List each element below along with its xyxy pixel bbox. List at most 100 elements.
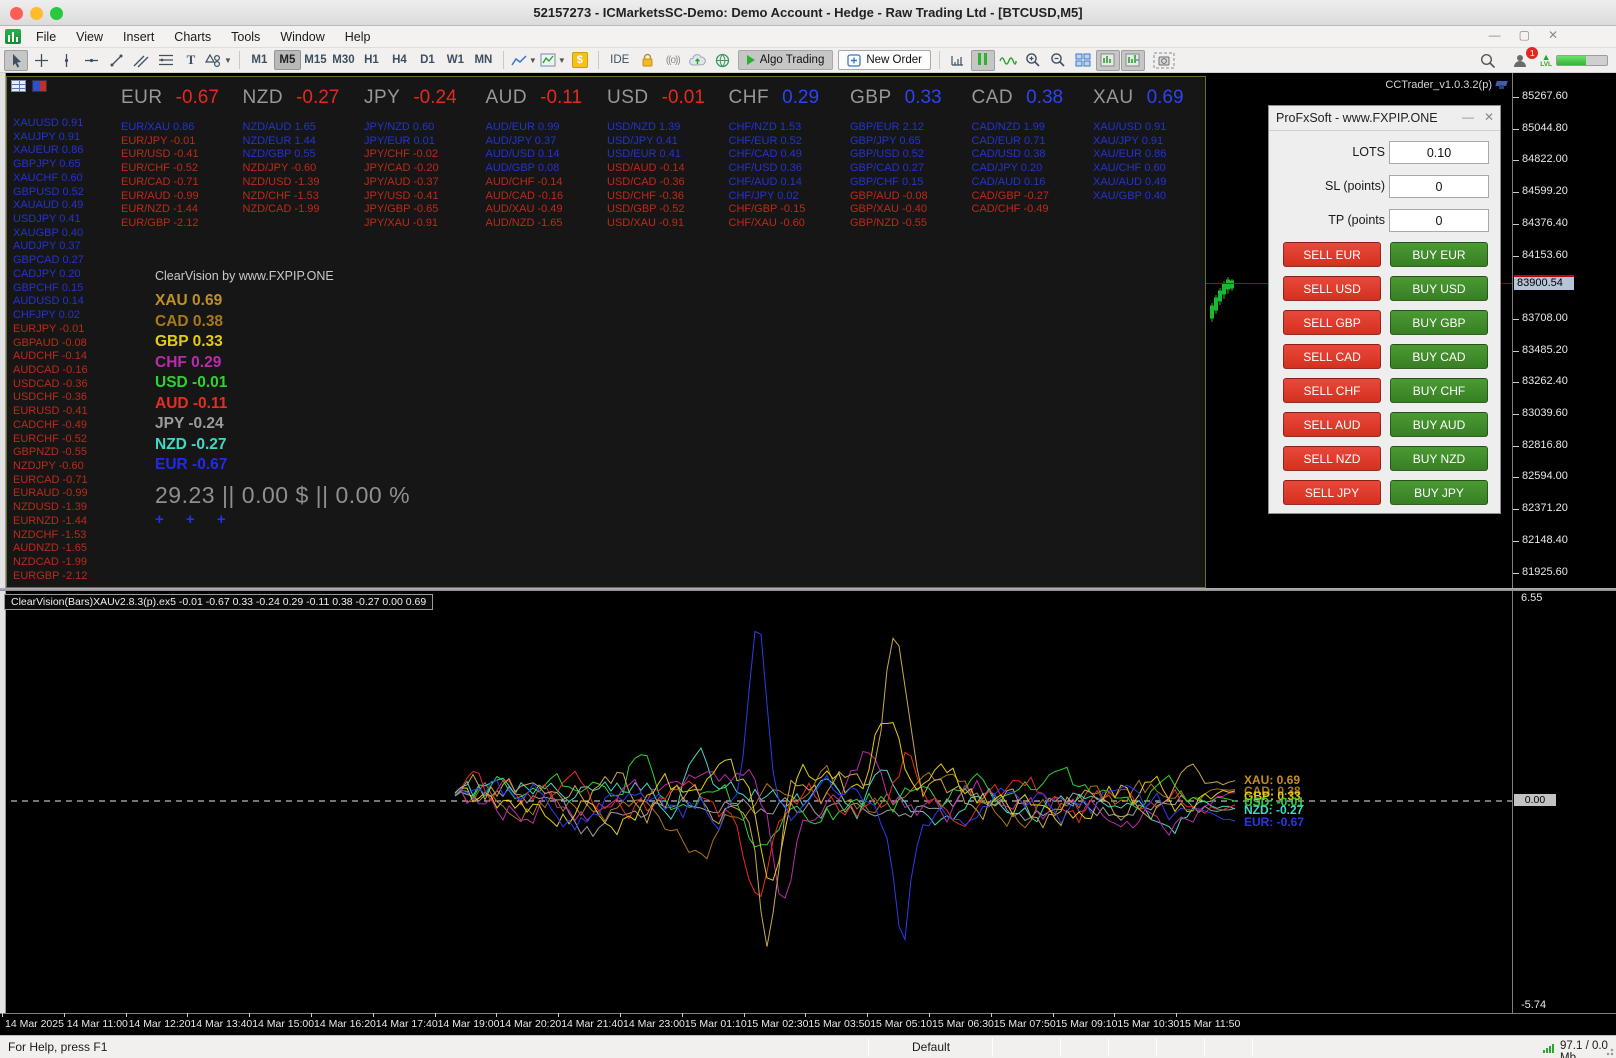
watchlist-item-audcad[interactable]: AUDCAD -0.16 [13, 364, 117, 378]
trade-panel-close-icon[interactable]: ✕ [1484, 110, 1494, 124]
window-minimize-icon[interactable]: — [1489, 28, 1501, 42]
menu-tools[interactable]: Tools [221, 27, 270, 47]
watchlist-item-euraud[interactable]: EURAUD -0.99 [13, 487, 117, 501]
price-axis[interactable]: 83900.54 85267.60 85044.80 84822.00 84599.2… [1513, 73, 1616, 1013]
community-globe-icon[interactable] [711, 50, 735, 71]
indicators-icon[interactable]: ▼ [539, 50, 567, 71]
buy-nzd-button[interactable]: BUY NZD [1390, 446, 1488, 471]
trendline-tool-icon[interactable] [104, 50, 128, 71]
chart-type-dropdown-icon[interactable]: ▼ [529, 56, 537, 65]
menu-insert[interactable]: Insert [113, 27, 164, 47]
watchlist-item-nzdcad[interactable]: NZDCAD -1.99 [13, 556, 117, 570]
watchlist-item-eurchf[interactable]: EURCHF -0.52 [13, 433, 117, 447]
cursor-tool-icon[interactable] [4, 49, 28, 71]
timeframe-mn[interactable]: MN [470, 50, 497, 70]
text-tool-icon[interactable]: T [179, 50, 203, 71]
chart-window-1-icon[interactable] [1095, 49, 1120, 71]
sell-nzd-button[interactable]: SELL NZD [1283, 446, 1381, 471]
timeframe-h4[interactable]: H4 [386, 50, 413, 70]
buy-chf-button[interactable]: BUY CHF [1390, 378, 1488, 403]
buy-gbp-button[interactable]: BUY GBP [1390, 310, 1488, 335]
trade-field-input[interactable]: 0 [1389, 209, 1489, 232]
watchlist-item-eurgbp[interactable]: EURGBP -2.12 [13, 570, 117, 584]
buy-cad-button[interactable]: BUY CAD [1390, 344, 1488, 369]
vertical-line-tool-icon[interactable] [54, 50, 78, 71]
trade-field-input[interactable]: 0.10 [1389, 141, 1489, 164]
fibonacci-tool-icon[interactable] [154, 50, 178, 71]
pause-autoscroll-icon[interactable] [970, 49, 995, 71]
chart-window-2-icon[interactable] [1120, 49, 1145, 71]
sell-gbp-button[interactable]: SELL GBP [1283, 310, 1381, 335]
trade-field-input[interactable]: 0 [1389, 175, 1489, 198]
sell-cad-button[interactable]: SELL CAD [1283, 344, 1381, 369]
menu-help[interactable]: Help [335, 27, 381, 47]
timeframe-d1[interactable]: D1 [414, 50, 441, 70]
sell-aud-button[interactable]: SELL AUD [1283, 412, 1381, 437]
zoom-out-icon[interactable] [1046, 50, 1070, 71]
ide-button[interactable]: IDE [605, 50, 635, 71]
tick-scale-icon[interactable] [946, 50, 970, 71]
tile-windows-icon[interactable] [1071, 50, 1095, 71]
watchlist-item-nzdchf[interactable]: NZDCHF -1.53 [13, 529, 117, 543]
window-close-icon[interactable]: ✕ [1548, 28, 1558, 42]
watchlist-item-nzdusd[interactable]: NZDUSD -1.39 [13, 501, 117, 515]
timeframe-m15[interactable]: M15 [302, 50, 329, 70]
broadcast-icon[interactable]: ((o)) [661, 50, 685, 71]
new-order-button[interactable]: New Order [838, 50, 931, 70]
lock-icon[interactable] [636, 50, 660, 71]
buy-usd-button[interactable]: BUY USD [1390, 276, 1488, 301]
account-profile-icon[interactable]: 1 [1508, 47, 1539, 71]
dock-strip[interactable] [0, 73, 6, 1035]
shapes-tool-icon[interactable]: ▼ [204, 50, 233, 71]
time-axis[interactable]: 14 Mar 2025 14 Mar 11:00 14 Mar 12:20 14 Ma… [0, 1013, 1616, 1035]
indicator-label[interactable]: ClearVision(Bars)XAUv2.8.3(p).ex5 -0.01 … [4, 594, 434, 610]
watchlist-item-gbpnzd[interactable]: GBPNZD -0.55 [13, 446, 117, 460]
clearvision-plus-buttons[interactable]: + + + [155, 511, 410, 528]
sell-chf-button[interactable]: SELL CHF [1283, 378, 1381, 403]
buy-eur-button[interactable]: BUY EUR [1390, 242, 1488, 267]
connection-level-indicator[interactable]: ▲ LVL [1540, 52, 1608, 68]
watchlist-item-nzdjpy[interactable]: NZDJPY -0.60 [13, 460, 117, 474]
horizontal-line-tool-icon[interactable] [79, 50, 103, 71]
sell-usd-button[interactable]: SELL USD [1283, 276, 1381, 301]
menu-window[interactable]: Window [270, 27, 334, 47]
trade-panel-minimize-icon[interactable]: — [1462, 110, 1474, 124]
watchlist-item-eurusd[interactable]: EURUSD -0.41 [13, 405, 117, 419]
timeframe-w1[interactable]: W1 [442, 50, 469, 70]
timeframe-m5[interactable]: M5 [273, 50, 301, 70]
shapes-dropdown-icon[interactable]: ▼ [224, 56, 232, 65]
watchlist-item-audchf[interactable]: AUDCHF -0.14 [13, 350, 117, 364]
algo-trading-button[interactable]: Algo Trading [737, 50, 834, 70]
watchlist-item-eurnzd[interactable]: EURNZD -1.44 [13, 515, 117, 529]
timeframe-m30[interactable]: M30 [330, 50, 357, 70]
menu-view[interactable]: View [66, 27, 113, 47]
wave-icon[interactable] [996, 50, 1020, 71]
crosshair-tool-icon[interactable] [29, 50, 53, 71]
status-profile[interactable]: Default [912, 1040, 950, 1054]
watchlist-item-cadchf[interactable]: CADCHF -0.49 [13, 419, 117, 433]
search-icon[interactable] [1476, 50, 1500, 71]
watchlist-item-usdcad[interactable]: USDCAD -0.36 [13, 378, 117, 392]
channel-tool-icon[interactable] [129, 50, 153, 71]
timeframe-m1[interactable]: M1 [246, 50, 273, 70]
resize-grip[interactable] [1604, 1046, 1614, 1056]
subwindow-splitter[interactable] [0, 588, 1616, 591]
indicators-dropdown-icon[interactable]: ▼ [558, 56, 566, 65]
menu-file[interactable]: File [26, 27, 66, 47]
sell-jpy-button[interactable]: SELL JPY [1283, 480, 1381, 505]
screenshot-camera-icon[interactable] [1152, 50, 1176, 71]
sell-eur-button[interactable]: SELL EUR [1283, 242, 1381, 267]
time-tick [990, 1013, 992, 1017]
buy-aud-button[interactable]: BUY AUD [1390, 412, 1488, 437]
menu-charts[interactable]: Charts [164, 27, 221, 47]
dollar-icon[interactable]: $ [568, 50, 592, 71]
watchlist-item-audnzd[interactable]: AUDNZD -1.65 [13, 542, 117, 556]
zoom-in-icon[interactable] [1021, 50, 1045, 71]
window-restore-icon[interactable]: ▢ [1519, 28, 1530, 42]
timeframe-h1[interactable]: H1 [358, 50, 385, 70]
chart-type-icon[interactable]: ▼ [510, 50, 538, 71]
buy-jpy-button[interactable]: BUY JPY [1390, 480, 1488, 505]
watchlist-item-eurcad[interactable]: EURCAD -0.71 [13, 474, 117, 488]
cloud-upload-icon[interactable] [686, 50, 710, 71]
watchlist-item-usdchf[interactable]: USDCHF -0.36 [13, 391, 117, 405]
